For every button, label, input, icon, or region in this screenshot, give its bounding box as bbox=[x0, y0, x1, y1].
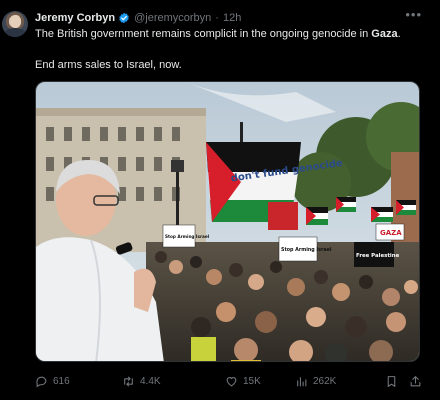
sign-free-text: Free Palestine bbox=[356, 253, 400, 259]
avatar-face bbox=[10, 15, 21, 28]
lamp-head bbox=[171, 160, 184, 172]
views-button[interactable]: 262K bbox=[295, 375, 336, 388]
repost-button[interactable]: 4.4K bbox=[122, 375, 161, 388]
sign-mid-text: Stop Arming Israel bbox=[281, 247, 332, 253]
bookmark-button[interactable] bbox=[385, 375, 403, 388]
palestine-flag-small bbox=[306, 207, 328, 225]
bookmark-icon bbox=[387, 375, 396, 387]
sign-free-palestine: Free Palestine bbox=[354, 242, 400, 267]
tweet-text: The British government remains complicit… bbox=[35, 27, 430, 72]
share-button[interactable] bbox=[409, 375, 427, 388]
repost-icon bbox=[124, 376, 133, 386]
reply-button[interactable]: 616 bbox=[35, 375, 70, 388]
sign-gaza-text: GAZA bbox=[380, 229, 402, 237]
palestine-flag-small bbox=[336, 197, 356, 212]
like-icon bbox=[226, 376, 237, 386]
tweet-text-line-1: The British government remains complicit… bbox=[35, 27, 430, 41]
building-cornice bbox=[36, 108, 206, 116]
share-icon bbox=[410, 375, 421, 386]
post-time[interactable]: 12h bbox=[223, 12, 241, 24]
palestine-flag-small bbox=[396, 200, 416, 215]
separator-dot: · bbox=[215, 12, 219, 24]
views-icon bbox=[297, 376, 307, 386]
text-suffix: . bbox=[397, 28, 401, 40]
like-count: 15K bbox=[243, 375, 261, 387]
red-bus bbox=[268, 202, 298, 230]
more-icon[interactable]: ••• bbox=[405, 8, 422, 22]
avatar[interactable] bbox=[2, 11, 28, 37]
tweet-text-line-2: End arms sales to Israel, now. bbox=[35, 59, 182, 71]
text-bold-gaza: Gaza bbox=[371, 28, 398, 40]
author-name[interactable]: Jeremy Corbyn bbox=[35, 12, 115, 24]
repost-count: 4.4K bbox=[140, 375, 161, 387]
sign-gaza: GAZA bbox=[375, 223, 405, 241]
reply-icon bbox=[36, 376, 47, 387]
avatar-shoulders bbox=[4, 28, 26, 37]
action-bar: 616 4.4K 15K 262K bbox=[35, 373, 421, 389]
tweet-photo[interactable]: don't fund genocide Stop Arming Israel S… bbox=[35, 81, 420, 362]
tweet[interactable]: Jeremy Corbyn @jeremycorbyn · 12h ••• Th… bbox=[0, 0, 440, 400]
like-button[interactable]: 15K bbox=[225, 375, 261, 388]
text-prefix: The British government remains complicit… bbox=[35, 28, 372, 40]
verified-badge-icon bbox=[119, 12, 129, 24]
author-handle[interactable]: @jeremycorbyn bbox=[134, 12, 211, 24]
protest-photo: don't fund genocide Stop Arming Israel S… bbox=[36, 82, 419, 361]
view-count: 262K bbox=[313, 375, 337, 387]
tweet-header: Jeremy Corbyn @jeremycorbyn · 12h bbox=[35, 10, 241, 26]
sign-left-text: Stop Arming Israel bbox=[165, 234, 210, 239]
palestine-flag-small bbox=[371, 207, 393, 222]
reply-count: 616 bbox=[53, 375, 70, 387]
